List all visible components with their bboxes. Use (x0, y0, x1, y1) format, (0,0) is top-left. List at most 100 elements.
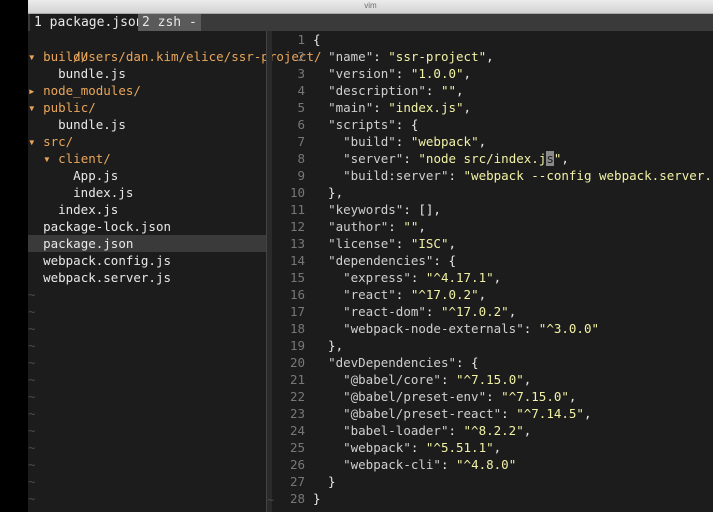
code-line[interactable]: 13 "license": "ISC", (272, 235, 713, 252)
code-line[interactable]: 24 "babel-loader": "^8.2.2", (272, 422, 713, 439)
code-line[interactable]: 10 }, (272, 184, 713, 201)
empty-tree-line: ~ (28, 303, 266, 320)
code-token: "webpack" (343, 440, 411, 455)
code-line[interactable]: 19 }, (272, 337, 713, 354)
tree-folder[interactable]: ▾ public/ (28, 99, 266, 116)
code-line[interactable]: 3 "version": "1.0.0", (272, 65, 713, 82)
code-line[interactable]: 23 "@babel/preset-react": "^7.14.5", (272, 405, 713, 422)
line-number: 5 (297, 100, 305, 115)
empty-tree-line: ~ (28, 286, 266, 303)
tree-item-label: bundle.js (58, 66, 126, 81)
line-number: 16 (289, 287, 305, 302)
tree-item-label: src/ (43, 134, 74, 149)
code-line[interactable]: 21 "@babel/core": "^7.15.0", (272, 371, 713, 388)
code-token: "^7.15.0" (501, 389, 569, 404)
tree-item-label: index.js (58, 202, 119, 217)
code-line[interactable]: 16 "react": "^17.0.2", (272, 286, 713, 303)
tree-folder[interactable]: ▾ src/ (28, 133, 266, 150)
code-line[interactable]: 11 "keywords": [], (272, 201, 713, 218)
empty-tree-line: ~ (28, 490, 266, 507)
code-line[interactable]: 18 "webpack-node-externals": "^3.0.0" (272, 320, 713, 337)
empty-line-marker: ~ (28, 474, 36, 489)
tree-file[interactable]: package.json (28, 235, 266, 252)
code-line[interactable]: 14 "dependencies": { (272, 252, 713, 269)
code-line[interactable]: 22 "@babel/preset-env": "^7.15.0", (272, 388, 713, 405)
code-token: : (448, 423, 464, 438)
tree-file[interactable]: package-lock.json (28, 218, 266, 235)
line-number: 13 (289, 236, 305, 251)
code-line[interactable]: 26 "webpack-cli": "^4.8.0" (272, 456, 713, 473)
tree-file[interactable]: bundle.js (28, 65, 266, 82)
code-token: : (486, 389, 502, 404)
file-tree: /Users/dan.kim/elice/ssr-project/ ▾ buil… (28, 31, 322, 512)
code-token: "^4.8.0" (456, 457, 517, 472)
tree-file[interactable]: webpack.server.js (28, 269, 266, 286)
code-token: : (395, 134, 411, 149)
code-token: : (395, 66, 411, 81)
code-token: : (410, 440, 426, 455)
code-token: "1.0.0" (410, 66, 464, 81)
code-line[interactable]: 8 "server": "node src/index.js", (272, 150, 713, 167)
line-number: 21 (289, 372, 305, 387)
line-number: 2 (297, 49, 305, 64)
tree-folder[interactable]: ▸ node_modules/ (28, 82, 266, 99)
code-line[interactable]: 4 "description": "", (272, 82, 713, 99)
code-line[interactable]: 17 "react-dom": "^17.0.2", (272, 303, 713, 320)
code-line[interactable]: 25 "webpack": "^5.51.1", (272, 439, 713, 456)
code-line[interactable]: 9 "build:server": "webpack --config webp… (272, 167, 713, 184)
code-line[interactable]: 20 "devDependencies": { (272, 354, 713, 371)
code-line[interactable]: 28} (272, 490, 713, 507)
line-number: 14 (289, 253, 305, 268)
code-token: , (561, 151, 569, 166)
code-token: , (523, 372, 532, 387)
code-line[interactable]: 15 "express": "^4.17.1", (272, 269, 713, 286)
line-number: 27 (289, 474, 305, 489)
line-number: 10 (289, 185, 305, 200)
code-line[interactable]: 12 "author": "", (272, 218, 713, 235)
code-token: "" (403, 219, 419, 234)
tree-item-label: package-lock.json (43, 219, 171, 234)
tree-file[interactable]: webpack.config.js (28, 252, 266, 269)
tree-item-label: package.json (43, 236, 134, 251)
empty-line-marker: ~ (28, 287, 36, 302)
empty-line-marker: ~ (28, 406, 36, 421)
line-number: 4 (297, 83, 305, 98)
code-line[interactable]: 6 "scripts": { (272, 116, 713, 133)
tree-folder[interactable]: ▾ client/ (28, 150, 266, 167)
tree-file[interactable]: index.js (28, 201, 266, 218)
editor-pane[interactable]: 1{2 "name": "ssr-project", 3 "version": "… (272, 31, 713, 512)
window-title: vim (364, 1, 377, 10)
code-token: , (463, 100, 472, 115)
line-number: 9 (297, 168, 305, 183)
tree-file[interactable]: App.js (28, 167, 266, 184)
empty-tree-line: ~ (28, 405, 266, 422)
code-token: : (388, 219, 404, 234)
code-line[interactable]: 1{ (272, 31, 713, 48)
code-token: }, (313, 185, 344, 200)
tree-file[interactable]: bundle.js (28, 116, 266, 133)
tab-zsh[interactable]: 2 zsh - (138, 14, 201, 31)
code-token: "react" (343, 287, 396, 302)
code-token: "scripts" (328, 117, 396, 132)
tab-package-json[interactable]: 1 package.json (30, 14, 148, 31)
code-token: "version" (328, 66, 396, 81)
code-line[interactable]: 27 } (272, 473, 713, 490)
line-number: 25 (289, 440, 305, 455)
code-line[interactable]: 7 "build": "webpack", (272, 133, 713, 150)
tree-root-path[interactable]: /Users/dan.kim/elice/ssr-project/ (28, 31, 321, 64)
line-number: 15 (289, 270, 305, 285)
code-line[interactable]: 2 "name": "ssr-project", (272, 48, 713, 65)
tree-folder[interactable]: ▾ build/ (28, 48, 266, 65)
title-bar[interactable]: vim (28, 0, 713, 14)
code-token: : (523, 321, 539, 336)
tree-file[interactable]: index.js (28, 184, 266, 201)
empty-line-marker: ~ (28, 389, 36, 404)
code-line[interactable]: 5 "main": "index.js", (272, 99, 713, 116)
code-token: : (395, 236, 411, 251)
code-token: , (508, 304, 517, 319)
code-token: "dependencies" (328, 253, 434, 268)
